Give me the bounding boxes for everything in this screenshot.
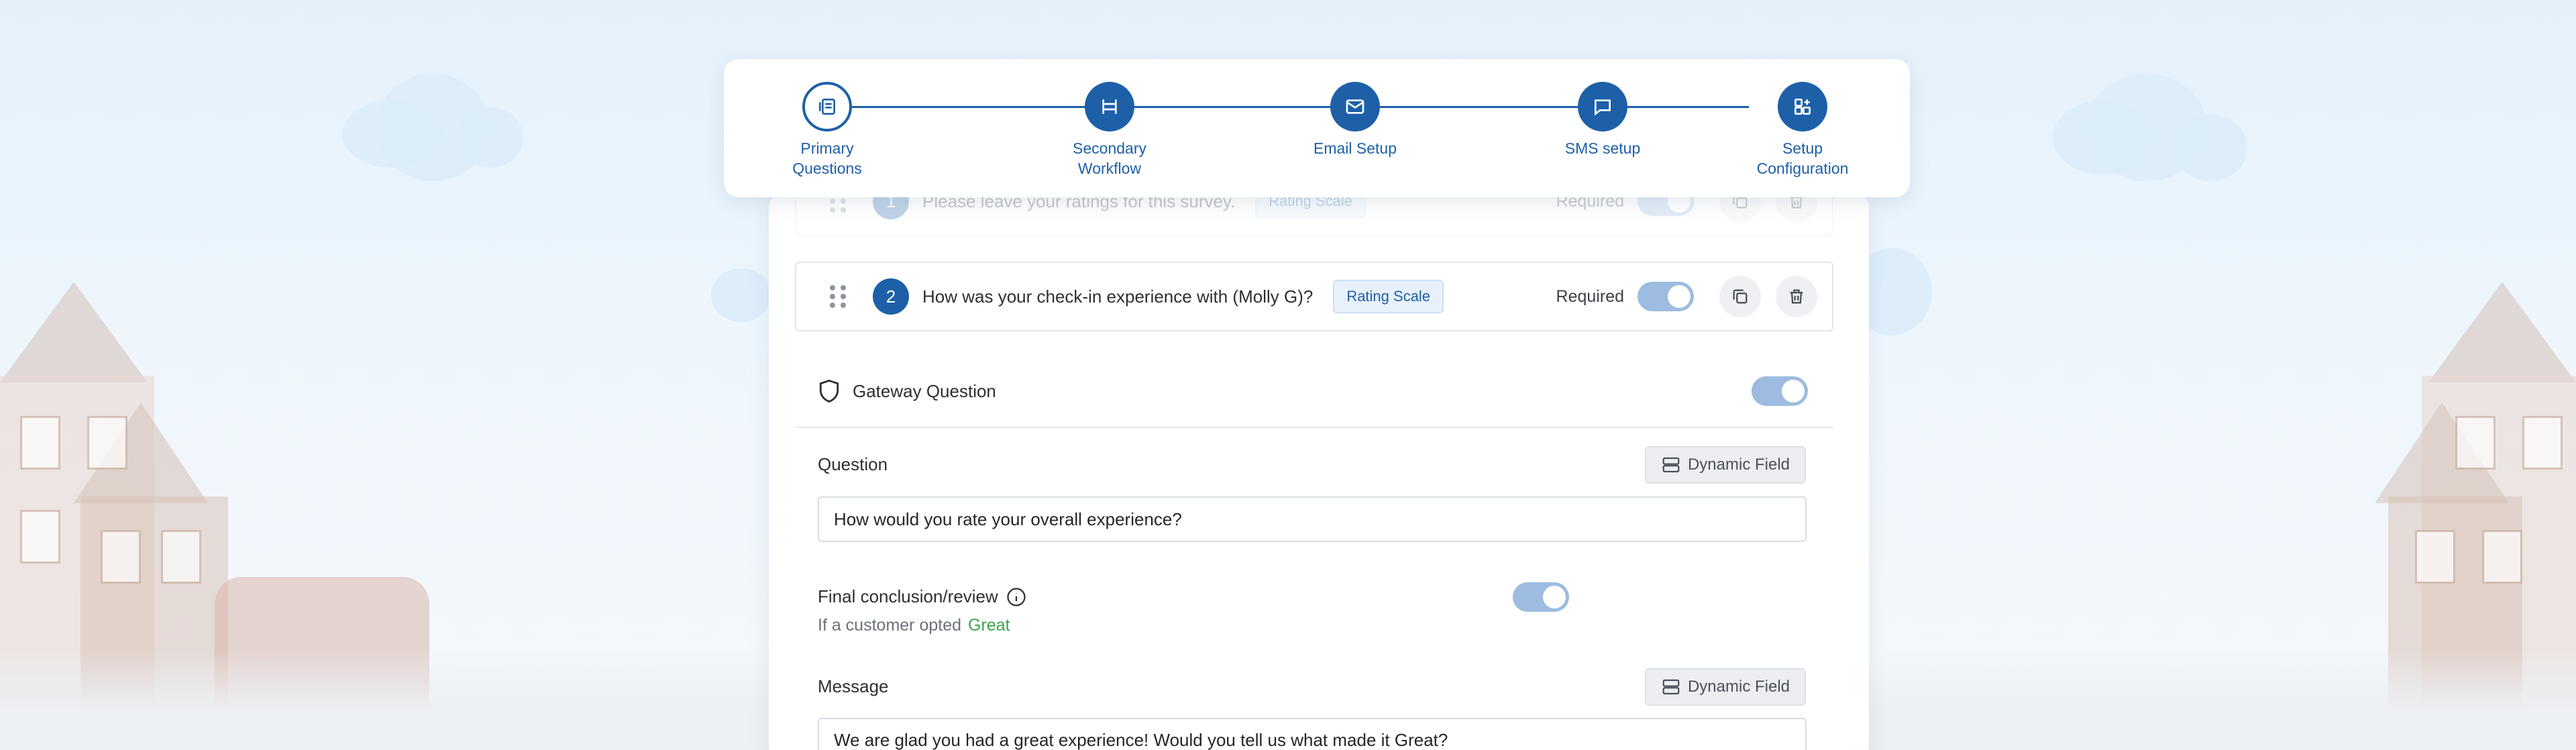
- dynamic-field-label: Dynamic Field: [1687, 456, 1790, 474]
- trash-icon: [1790, 289, 1803, 304]
- question-type-tag: Rating Scale: [1333, 280, 1444, 313]
- info-icon[interactable]: [1006, 587, 1026, 607]
- question-text: How was your check-in experience with (M…: [922, 286, 1313, 307]
- chat-bubble-icon: [1595, 99, 1611, 116]
- question-number-badge: 2: [873, 278, 909, 315]
- step-primary-questions[interactable]: Primary Questions: [760, 82, 894, 178]
- gateway-question-label: Gateway Question: [853, 380, 996, 401]
- final-conclusion-toggle[interactable]: [1513, 582, 1569, 612]
- step-label: SMS setup: [1564, 140, 1641, 157]
- final-conclusion-row: Final conclusion/review: [818, 586, 1026, 607]
- step-label: Secondary Workflow: [1073, 140, 1146, 177]
- step-secondary-workflow[interactable]: Secondary Workflow: [1042, 82, 1177, 178]
- gateway-question-toggle[interactable]: [1752, 376, 1808, 406]
- shield-icon: [819, 379, 839, 403]
- condition-text: If a customer opted: [818, 616, 962, 635]
- workflow-icon: [1102, 99, 1117, 114]
- step-email-setup[interactable]: Email Setup: [1288, 82, 1422, 158]
- message-input[interactable]: We are glad you had a great experience! …: [818, 718, 1807, 750]
- dynamic-field-icon: [1662, 679, 1680, 695]
- message-dynamic-field-button[interactable]: Dynamic Field: [1645, 668, 1806, 706]
- question-row-2[interactable]: 2 How was your check-in experience with …: [795, 262, 1833, 331]
- config-icon: [1794, 99, 1811, 115]
- message-field-label: Message: [818, 676, 889, 696]
- question-input[interactable]: How would you rate your overall experien…: [818, 496, 1807, 542]
- dynamic-field-label: Dynamic Field: [1687, 678, 1790, 696]
- step-circle: [802, 82, 852, 131]
- question-dynamic-field-button[interactable]: Dynamic Field: [1645, 446, 1806, 484]
- drag-handle-icon[interactable]: [830, 283, 846, 310]
- required-label: Required: [1556, 286, 1624, 306]
- step-setup-configuration[interactable]: Setup Configuration: [1735, 82, 1870, 178]
- condition-value: Great: [968, 616, 1010, 635]
- required-toggle[interactable]: [1638, 282, 1694, 311]
- step-circle: [1778, 82, 1827, 131]
- step-circle: [1578, 82, 1627, 131]
- envelope-icon: [1346, 99, 1364, 114]
- copy-icon: [1733, 289, 1748, 304]
- question-field-label: Question: [818, 454, 888, 474]
- delete-button[interactable]: [1776, 276, 1817, 317]
- final-conclusion-condition: If a customer opted Great: [818, 616, 1010, 635]
- step-label: Email Setup: [1313, 140, 1397, 157]
- setup-stepper: Primary Questions Secondary Workflow Ema…: [724, 59, 1910, 197]
- questions-icon: [819, 99, 835, 115]
- final-conclusion-label: Final conclusion/review: [818, 586, 998, 606]
- step-sms-setup[interactable]: SMS setup: [1536, 82, 1670, 158]
- step-circle: [1085, 82, 1134, 131]
- step-label: Setup Configuration: [1756, 140, 1849, 177]
- step-label: Primary Questions: [792, 140, 862, 177]
- copy-button[interactable]: [1719, 276, 1761, 317]
- gateway-question-row: Gateway Question: [795, 356, 1833, 428]
- step-circle: [1330, 82, 1380, 131]
- dynamic-field-icon: [1662, 457, 1680, 473]
